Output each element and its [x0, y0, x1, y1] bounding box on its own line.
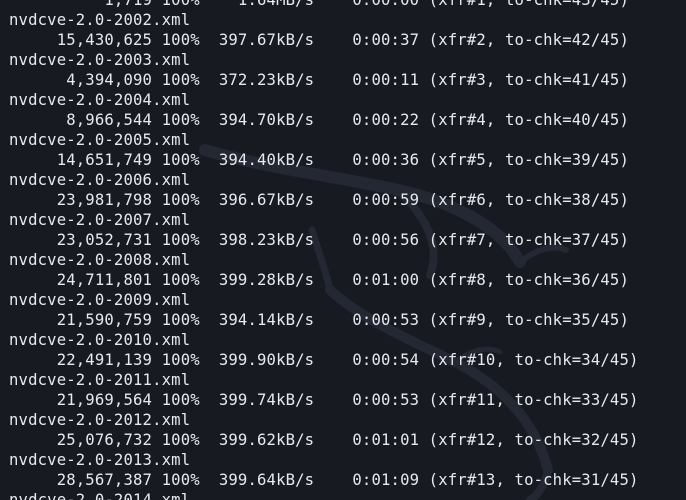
terminal-line: nvdcve-2.0-2011.xml	[9, 371, 191, 389]
terminal-line: nvdcve-2.0-2012.xml	[9, 411, 191, 429]
terminal-line: nvdcve-2.0-2003.xml	[9, 51, 191, 69]
terminal-line: nvdcve-2.0-2009.xml	[9, 291, 191, 309]
terminal-window[interactable]: 1,719 100% 1.64MB/s 0:00:00 (xfr#1, to-c…	[0, 0, 686, 500]
terminal-line: nvdcve-2.0-2002.xml	[9, 11, 191, 29]
terminal-line: nvdcve-2.0-2006.xml	[9, 171, 191, 189]
terminal-line: 28,567,387 100% 399.64kB/s 0:01:09 (xfr#…	[9, 471, 639, 489]
terminal-line: nvdcve-2.0-2014.xml	[9, 491, 191, 500]
terminal-output: 1,719 100% 1.64MB/s 0:00:00 (xfr#1, to-c…	[9, 0, 639, 500]
terminal-line: 24,711,801 100% 399.28kB/s 0:01:00 (xfr#…	[9, 271, 629, 289]
terminal-line: 8,966,544 100% 394.70kB/s 0:00:22 (xfr#4…	[9, 111, 629, 129]
terminal-line: nvdcve-2.0-2007.xml	[9, 211, 191, 229]
terminal-line: 15,430,625 100% 397.67kB/s 0:00:37 (xfr#…	[9, 31, 629, 49]
terminal-line: 25,076,732 100% 399.62kB/s 0:01:01 (xfr#…	[9, 431, 639, 449]
terminal-line: nvdcve-2.0-2008.xml	[9, 251, 191, 269]
terminal-line: 14,651,749 100% 394.40kB/s 0:00:36 (xfr#…	[9, 151, 629, 169]
terminal-line: 4,394,090 100% 372.23kB/s 0:00:11 (xfr#3…	[9, 71, 629, 89]
terminal-line: nvdcve-2.0-2005.xml	[9, 131, 191, 149]
terminal-line: 23,981,798 100% 396.67kB/s 0:00:59 (xfr#…	[9, 191, 629, 209]
terminal-line: 21,969,564 100% 399.74kB/s 0:00:53 (xfr#…	[9, 391, 639, 409]
terminal-line: 1,719 100% 1.64MB/s 0:00:00 (xfr#1, to-c…	[9, 0, 629, 9]
terminal-line: nvdcve-2.0-2013.xml	[9, 451, 191, 469]
terminal-line: 23,052,731 100% 398.23kB/s 0:00:56 (xfr#…	[9, 231, 629, 249]
terminal-line: nvdcve-2.0-2010.xml	[9, 331, 191, 349]
terminal-line: 22,491,139 100% 399.90kB/s 0:00:54 (xfr#…	[9, 351, 639, 369]
terminal-line: 21,590,759 100% 394.14kB/s 0:00:53 (xfr#…	[9, 311, 629, 329]
terminal-line: nvdcve-2.0-2004.xml	[9, 91, 191, 109]
